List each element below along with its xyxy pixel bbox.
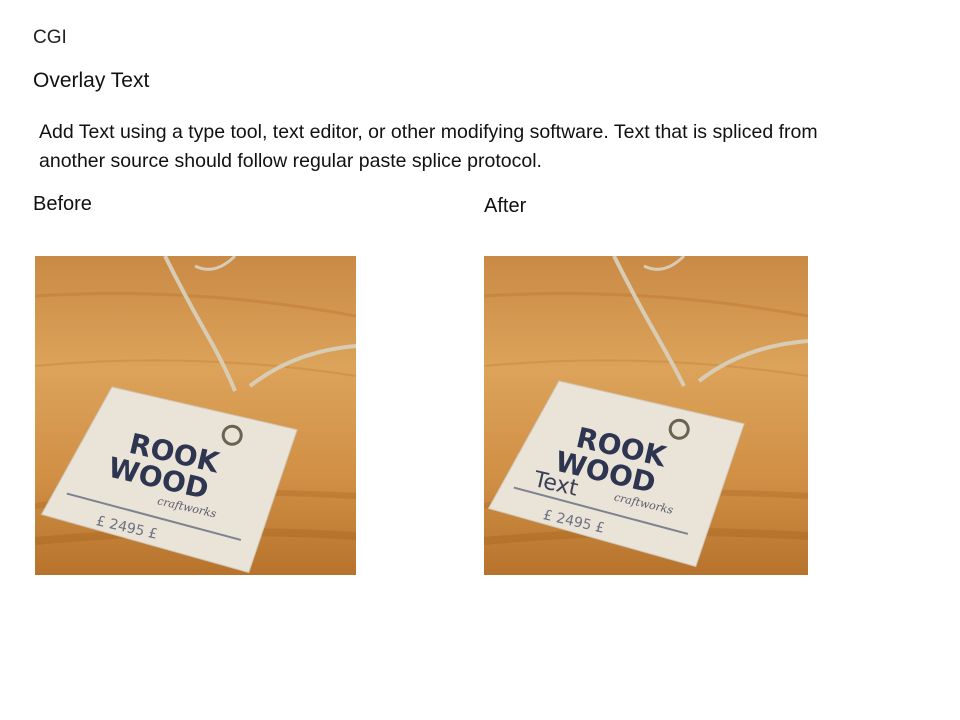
section-label: CGI	[33, 27, 67, 48]
after-label: After	[484, 195, 527, 217]
before-label: Before	[33, 193, 92, 215]
after-image: ROOK WOOD craftworks Text £ 2495 £	[484, 256, 808, 575]
slide-title: Overlay Text	[33, 69, 150, 92]
before-image: ROOK WOOD craftworks £ 2495 £	[35, 256, 356, 575]
slide-description: Add Text using a type tool, text editor,…	[39, 121, 818, 172]
